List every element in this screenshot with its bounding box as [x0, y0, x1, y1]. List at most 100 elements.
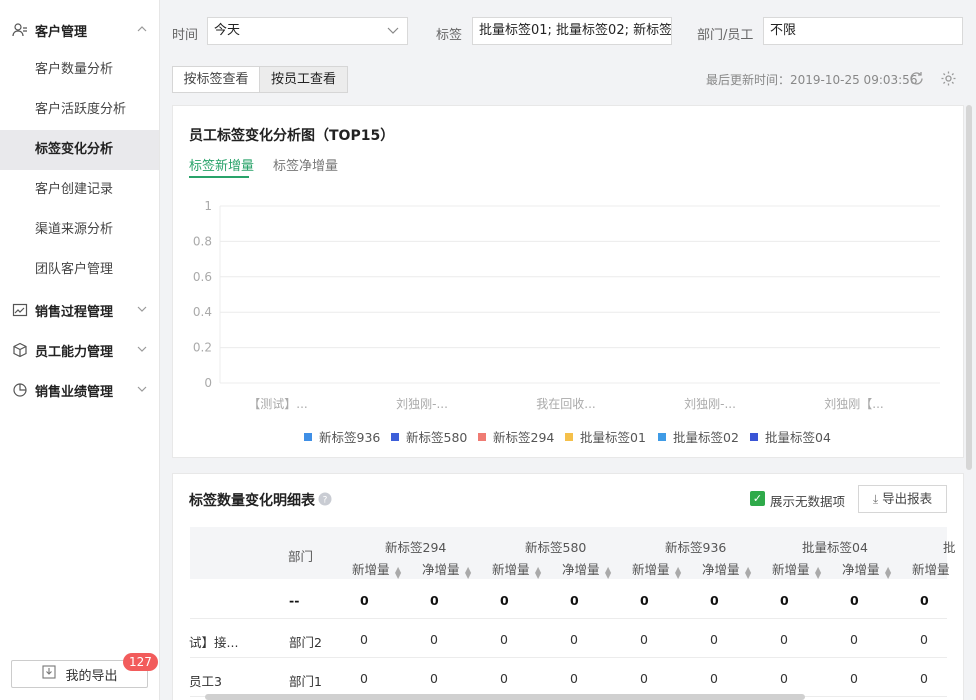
- horizontal-scrollbar[interactable]: [205, 694, 805, 700]
- tag-select[interactable]: 批量标签01; 批量标签02; 新标签9: [472, 17, 672, 45]
- row-divider: [190, 618, 947, 619]
- row-divider: [190, 657, 947, 658]
- sub-header[interactable]: 新增量 ▲▼: [632, 559, 683, 578]
- download-icon: ⤓: [872, 492, 879, 506]
- menu-group-label: 销售业绩管理: [35, 384, 114, 400]
- table-title: 标签数量变化明细表: [189, 493, 315, 509]
- settings-gear-icon[interactable]: [940, 70, 957, 91]
- sort-icon[interactable]: ▲▼: [534, 565, 543, 577]
- sidebar-item-customer-activity[interactable]: 客户活跃度分析: [0, 90, 159, 130]
- sort-icon[interactable]: ▲▼: [814, 565, 823, 577]
- row-name: 员工3: [189, 674, 222, 689]
- legend-item[interactable]: 批量标签02: [658, 427, 739, 446]
- active-tab-underline: [189, 176, 249, 178]
- dept-select[interactable]: 不限: [763, 17, 963, 45]
- cube-icon: [12, 342, 28, 358]
- sidebar-item-channel-source[interactable]: 渠道来源分析: [0, 210, 159, 250]
- row-value: 0: [360, 593, 369, 608]
- sidebar-item-team-customer[interactable]: 团队客户管理: [0, 250, 159, 290]
- dept-select-value: 不限: [770, 23, 797, 38]
- sub-header[interactable]: 净增量 ▲▼: [702, 559, 753, 578]
- tag-select-value: 批量标签01; 批量标签02; 新标签9: [479, 23, 672, 38]
- time-select[interactable]: 今天: [207, 17, 408, 45]
- legend-item[interactable]: 批量标签04: [750, 427, 831, 446]
- sort-icon[interactable]: ▲▼: [394, 565, 403, 577]
- row-value: 0: [360, 632, 368, 647]
- sidebar-item-customer-count[interactable]: 客户数量分析: [0, 50, 159, 90]
- y-tick-label: 1: [204, 199, 212, 213]
- chevron-down-icon: [137, 383, 147, 398]
- sub-header[interactable]: 新增量 ▲▼: [352, 559, 403, 578]
- export-report-button[interactable]: ⤓ 导出报表: [858, 485, 947, 513]
- chevron-up-icon: [137, 23, 147, 38]
- row-value: 0: [850, 671, 858, 686]
- tab-tag-net[interactable]: 标签净增量: [273, 155, 338, 174]
- sub-header[interactable]: 新增量 ▲▼: [492, 559, 543, 578]
- x-tick-label: 刘独刚-...: [684, 397, 736, 411]
- legend-swatch: [478, 432, 486, 441]
- row-value: 0: [430, 671, 438, 686]
- tag-group-header: 批: [943, 540, 956, 555]
- menu-group-label: 员工能力管理: [35, 344, 114, 360]
- chevron-down-icon: [387, 18, 399, 44]
- trend-chart-icon: [12, 302, 28, 318]
- menu-group-employee-ability[interactable]: 员工能力管理: [0, 330, 159, 370]
- x-tick-label: 我在回收...: [536, 397, 595, 411]
- dept-filter-label: 部门/员工: [697, 28, 754, 43]
- tag-group-header: 新标签936: [665, 540, 727, 555]
- menu-group-sales-performance[interactable]: 销售业绩管理: [0, 370, 159, 410]
- sort-icon[interactable]: ▲▼: [604, 565, 613, 577]
- refresh-icon[interactable]: [908, 70, 925, 91]
- row-value: 0: [920, 593, 929, 608]
- row-value: 0: [640, 632, 648, 647]
- legend-label: 新标签294: [493, 430, 555, 445]
- y-tick-label: 0.4: [193, 305, 212, 319]
- legend-item[interactable]: 新标签580: [391, 427, 467, 446]
- sub-header[interactable]: 净增量 ▲▼: [842, 559, 893, 578]
- legend-swatch: [750, 432, 758, 441]
- legend-item[interactable]: 新标签294: [478, 427, 554, 446]
- tag-group-header: 批量标签04: [802, 540, 868, 555]
- export-count-badge: 127: [123, 653, 158, 671]
- row-value: 0: [570, 593, 579, 608]
- tab-tag-new[interactable]: 标签新增量: [189, 155, 254, 174]
- row-value: 0: [430, 593, 439, 608]
- sort-icon[interactable]: ▲▼: [884, 565, 893, 577]
- vertical-scrollbar[interactable]: [966, 105, 972, 470]
- legend-item[interactable]: 新标签936: [304, 427, 380, 446]
- help-icon[interactable]: ?: [318, 492, 332, 510]
- sub-header[interactable]: 新增量: [912, 559, 950, 578]
- view-by-tag-button[interactable]: 按标签查看: [172, 66, 260, 93]
- sidebar-item-customer-created[interactable]: 客户创建记录: [0, 170, 159, 210]
- legend-label: 新标签936: [319, 430, 381, 445]
- legend-label: 批量标签01: [580, 430, 646, 445]
- time-filter-label: 时间: [172, 28, 199, 43]
- row-value: 0: [920, 632, 928, 647]
- row-value: 0: [570, 632, 578, 647]
- show-empty-checkbox[interactable]: ✓: [750, 491, 765, 506]
- row-value: 0: [920, 671, 928, 686]
- sidebar: 客户管理 客户数量分析 客户活跃度分析 标签变化分析 客户创建记录 渠道来源分析…: [0, 0, 160, 700]
- dept-header: 部门: [288, 549, 314, 564]
- row-value: 0: [360, 671, 368, 686]
- sub-header[interactable]: 净增量 ▲▼: [422, 559, 473, 578]
- row-dept: --: [289, 593, 300, 608]
- sort-icon[interactable]: ▲▼: [464, 565, 473, 577]
- menu-group-label: 销售过程管理: [35, 304, 114, 320]
- view-by-employee-button[interactable]: 按员工查看: [259, 66, 348, 93]
- sub-header[interactable]: 新增量 ▲▼: [772, 559, 823, 578]
- row-value: 0: [500, 593, 509, 608]
- row-value: 0: [500, 671, 508, 686]
- sub-header[interactable]: 净增量 ▲▼: [562, 559, 613, 578]
- menu-group-customer-management[interactable]: 客户管理: [0, 10, 159, 50]
- row-value: 0: [850, 593, 859, 608]
- sort-icon[interactable]: ▲▼: [674, 565, 683, 577]
- chevron-down-icon: [137, 343, 147, 358]
- sort-icon[interactable]: ▲▼: [744, 565, 753, 577]
- sidebar-item-tag-change[interactable]: 标签变化分析: [0, 130, 159, 170]
- row-value: 0: [500, 632, 508, 647]
- tag-group-header: 新标签580: [525, 540, 587, 555]
- row-value: 0: [780, 593, 789, 608]
- legend-item[interactable]: 批量标签01: [565, 427, 646, 446]
- menu-group-sales-process[interactable]: 销售过程管理: [0, 290, 159, 330]
